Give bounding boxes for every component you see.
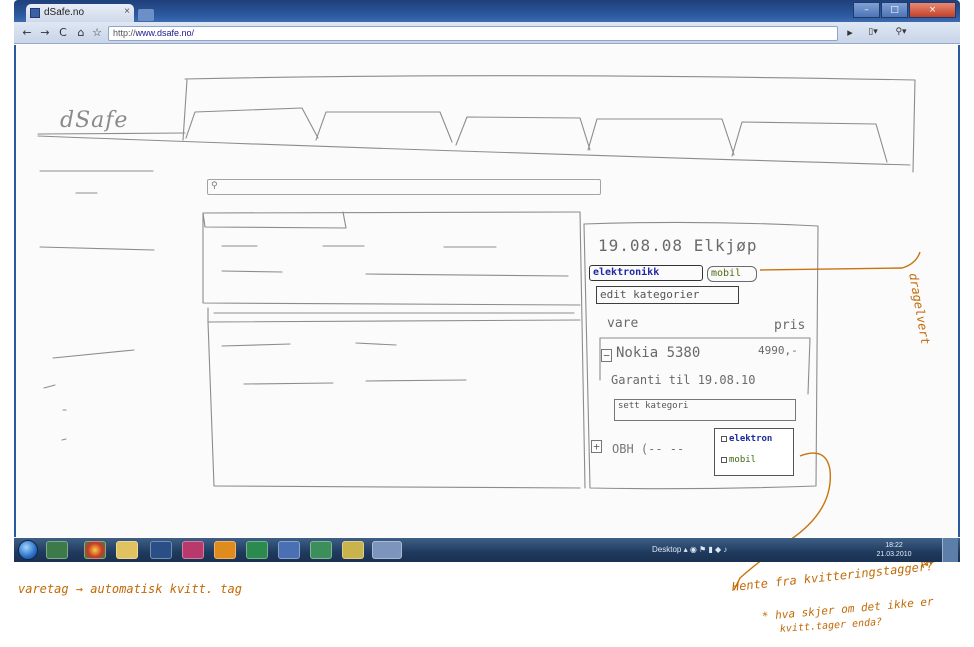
set-category-input[interactable]: sett kategori: [614, 399, 796, 421]
excel-icon[interactable]: [310, 541, 332, 559]
spotify-icon[interactable]: [246, 541, 268, 559]
back-button[interactable]: ←: [20, 25, 34, 40]
checkbox-icon[interactable]: [721, 435, 727, 442]
tray-label: Desktop: [652, 545, 682, 554]
search-input[interactable]: ⚲: [207, 179, 601, 195]
show-desktop-button[interactable]: [942, 538, 958, 562]
receipt-date: 19.08.08: [598, 236, 684, 255]
dropdown-option-elektronikk[interactable]: elektron: [721, 434, 772, 444]
column-header-price: pris: [774, 318, 806, 333]
item-name: Nokia 5380: [616, 345, 701, 361]
tools-menu-button[interactable]: ⚲▾: [890, 25, 912, 40]
dropdown-option-mobil[interactable]: mobil: [721, 455, 756, 465]
start-button[interactable]: [18, 540, 38, 560]
minimize-button[interactable]: –: [853, 2, 880, 18]
column-header-item: vare: [607, 316, 639, 331]
reload-button[interactable]: C: [56, 25, 70, 40]
checkbox-icon[interactable]: [721, 456, 727, 463]
url-host: www.dsafe.no/: [135, 28, 195, 38]
item-name: OBH (-- --: [612, 442, 685, 456]
window-title-bar: [14, 0, 960, 22]
clock-date: 21.03.2010: [876, 551, 912, 558]
word-icon[interactable]: [278, 541, 300, 559]
paint-icon[interactable]: [372, 541, 402, 559]
collapse-item-button[interactable]: −: [601, 349, 612, 362]
browser-tab[interactable]: dSafe.no ×: [26, 4, 134, 22]
item-warranty: Garanti til 19.08.10: [611, 373, 756, 387]
chrome-icon[interactable]: [84, 541, 106, 559]
annotation-left: varetag → automatisk kvitt. tag: [18, 582, 242, 596]
item-price: 4990,-: [758, 344, 798, 357]
illustrator-icon[interactable]: [214, 541, 236, 559]
go-button[interactable]: ▸: [844, 25, 856, 40]
page-menu-button[interactable]: ▯▾: [862, 25, 884, 40]
bookmark-star-icon[interactable]: ☆: [90, 25, 104, 40]
url-scheme: http://: [113, 28, 136, 38]
window-controls: – □ ×: [852, 2, 956, 18]
receipt-store: Elkjøp: [693, 236, 758, 255]
tab-close-icon[interactable]: ×: [124, 6, 130, 17]
clock-time: 18:22: [885, 542, 903, 549]
tag-mobil[interactable]: mobil: [707, 266, 757, 282]
close-window-button[interactable]: ×: [909, 2, 956, 18]
maximize-button[interactable]: □: [881, 2, 908, 18]
taskbar-app-icon[interactable]: [46, 541, 68, 559]
tag-elektronikk[interactable]: elektronikk: [589, 265, 703, 281]
option-label: mobil: [729, 455, 757, 465]
new-tab-button[interactable]: [138, 9, 154, 21]
category-dropdown[interactable]: elektron mobil: [714, 428, 794, 476]
photoshop-icon[interactable]: [150, 541, 172, 559]
forward-button[interactable]: →: [38, 25, 52, 40]
tab-title: dSafe.no: [44, 7, 85, 18]
indesign-icon[interactable]: [182, 541, 204, 559]
option-label: elektron: [729, 434, 773, 444]
page-viewport: [14, 45, 960, 537]
search-icon: ⚲: [211, 181, 218, 191]
home-button[interactable]: ⌂: [74, 25, 88, 40]
site-logo: dSafe: [60, 108, 129, 133]
folder-icon[interactable]: [116, 541, 138, 559]
address-bar[interactable]: http://www.dsafe.no/: [108, 26, 838, 41]
expand-item-button[interactable]: +: [591, 440, 602, 453]
annotation-right-question: Hente fra kvitteringstagger?: [731, 558, 934, 594]
edit-categories-button[interactable]: edit kategorier: [596, 286, 739, 304]
notes-icon[interactable]: [342, 541, 364, 559]
favicon-icon: [30, 8, 40, 18]
clock[interactable]: 18:22 21.03.2010: [874, 540, 914, 560]
receipt-header: 19.08.08 Elkjøp: [598, 236, 758, 255]
